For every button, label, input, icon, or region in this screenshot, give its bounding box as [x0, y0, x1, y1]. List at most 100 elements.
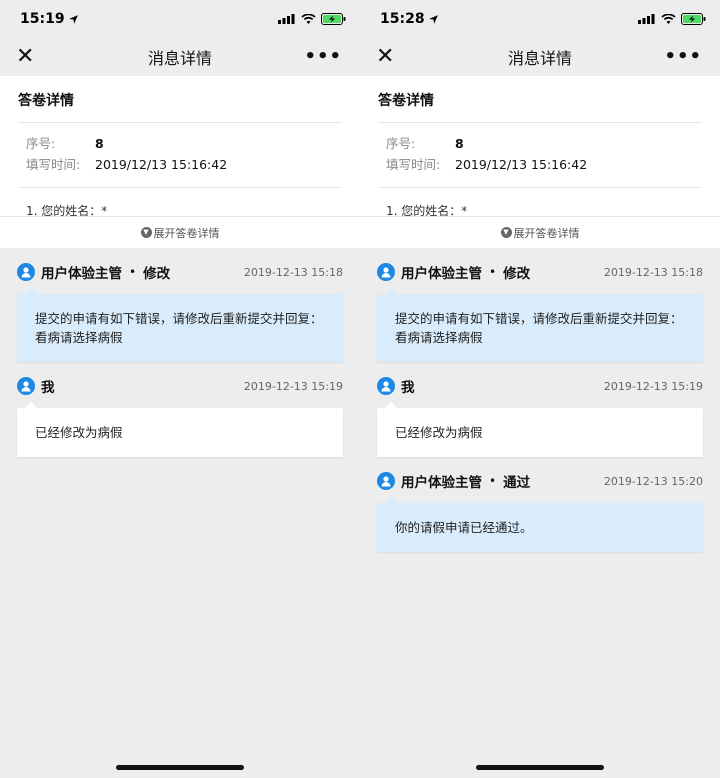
message-action: 修改	[143, 266, 171, 282]
cellular-signal-icon	[278, 14, 295, 24]
message-time: 2019-12-13 15:19	[603, 379, 703, 393]
sender: 用户体验主管 • 修改	[17, 262, 170, 282]
survey-title: 答卷详情	[378, 93, 434, 109]
location-arrow-icon	[428, 14, 438, 24]
message-bubble: 提交的申请有如下错误，请修改后重新提交并回复： 看病请选择病假	[377, 288, 703, 362]
fill-time-value: 2019/12/13 15:16:42	[95, 157, 228, 172]
message-header: 用户体验主管 • 修改 2019-12-13 15:18	[17, 248, 343, 294]
nav-bar: ✕ 消息详情 •••	[360, 38, 720, 76]
home-indicator[interactable]	[476, 765, 604, 770]
sender-name: 用户体验主管	[401, 475, 482, 491]
message-action: 通过	[503, 475, 531, 491]
status-icons	[278, 13, 346, 25]
message-action: 修改	[503, 266, 531, 282]
message-header: 我 2019-12-13 15:19	[377, 362, 703, 408]
close-icon[interactable]: ✕	[376, 46, 400, 68]
cellular-signal-icon	[638, 14, 655, 24]
status-time: 15:28	[380, 11, 439, 27]
message-text: 你的请假申请已经通过。	[395, 520, 533, 535]
screens-container: 15:19 ✕ 消息详情 ••• 答卷详情 序号: 8 填写时间: 2019/1…	[0, 0, 720, 778]
expand-label: 展开答卷详情	[153, 226, 220, 240]
sender: 我	[377, 376, 415, 396]
status-icons	[638, 13, 706, 25]
battery-charging-icon	[321, 13, 346, 25]
sender: 用户体验主管 • 通过	[377, 471, 530, 491]
message-item: 用户体验主管 • 修改 2019-12-13 15:18 提交的申请有如下错误，…	[0, 248, 360, 362]
fill-time-label: 填写时间:	[26, 157, 81, 172]
survey-title: 答卷详情	[18, 93, 74, 109]
message-item: 用户体验主管 • 修改 2019-12-13 15:18 提交的申请有如下错误，…	[360, 248, 720, 362]
question-preview: 1. 您的姓名：*	[386, 204, 468, 216]
message-time: 2019-12-13 15:18	[243, 265, 343, 279]
question-preview: 1. 您的姓名：*	[26, 204, 108, 216]
sender: 我	[17, 376, 55, 396]
phone-screen-right: 15:28 ✕ 消息详情 ••• 答卷详情 序号: 8 填写时间: 2019/1…	[360, 0, 720, 778]
sender: 用户体验主管 • 修改	[377, 262, 530, 282]
expand-survey-button[interactable]: ▼ 展开答卷详情	[360, 216, 720, 248]
message-bubble: 已经修改为病假	[377, 402, 703, 457]
fill-time-row: 填写时间: 2019/12/13 15:16:42	[26, 154, 334, 175]
status-time-text: 15:28	[380, 11, 425, 27]
message-time: 2019-12-13 15:18	[603, 265, 703, 279]
location-arrow-icon	[68, 14, 78, 24]
nav-bar: ✕ 消息详情 •••	[0, 38, 360, 76]
message-line: 提交的申请有如下错误，请修改后重新提交并回复：	[395, 311, 683, 326]
message-time: 2019-12-13 15:20	[603, 474, 703, 488]
survey-card: 答卷详情 序号: 8 填写时间: 2019/12/13 15:16:42 1. …	[360, 76, 720, 248]
sender-name: 我	[401, 380, 415, 396]
message-header: 用户体验主管 • 通过 2019-12-13 15:20	[377, 457, 703, 503]
message-header: 用户体验主管 • 修改 2019-12-13 15:18	[377, 248, 703, 294]
fill-time-value: 2019/12/13 15:16:42	[455, 157, 588, 172]
wifi-icon	[301, 13, 316, 24]
serial-row: 序号: 8	[386, 133, 694, 154]
phone-screen-left: 15:19 ✕ 消息详情 ••• 答卷详情 序号: 8 填写时间: 2019/1…	[0, 0, 360, 778]
serial-label: 序号:	[26, 136, 56, 151]
home-indicator[interactable]	[116, 765, 244, 770]
close-icon[interactable]: ✕	[16, 46, 40, 68]
expand-label: 展开答卷详情	[513, 226, 580, 240]
serial-label: 序号:	[386, 136, 416, 151]
message-text: 已经修改为病假	[395, 425, 483, 440]
status-bar: 15:19	[0, 0, 360, 38]
message-item: 我 2019-12-13 15:19 已经修改为病假	[0, 362, 360, 457]
message-time: 2019-12-13 15:19	[243, 379, 343, 393]
user-avatar-icon	[377, 263, 395, 281]
message-bubble: 已经修改为病假	[17, 402, 343, 457]
separator-dot: •	[489, 474, 497, 488]
message-header: 我 2019-12-13 15:19	[17, 362, 343, 408]
wifi-icon	[661, 13, 676, 24]
user-avatar-icon	[377, 472, 395, 490]
chevron-down-icon: ▼	[140, 227, 152, 238]
fill-time-row: 填写时间: 2019/12/13 15:16:42	[386, 154, 694, 175]
separator-dot: •	[129, 265, 137, 279]
status-time-text: 15:19	[20, 11, 65, 27]
survey-meta: 序号: 8 填写时间: 2019/12/13 15:16:42	[0, 123, 360, 187]
message-line: 提交的申请有如下错误，请修改后重新提交并回复：	[35, 311, 323, 326]
serial-value: 8	[455, 136, 464, 151]
message-bubble: 提交的申请有如下错误，请修改后重新提交并回复： 看病请选择病假	[17, 288, 343, 362]
serial-row: 序号: 8	[26, 133, 334, 154]
sender-name: 我	[41, 380, 55, 396]
sender-name: 用户体验主管	[41, 266, 122, 282]
sender-name: 用户体验主管	[401, 266, 482, 282]
message-line: 看病请选择病假	[395, 330, 483, 345]
user-avatar-icon	[17, 377, 35, 395]
status-bar: 15:28	[360, 0, 720, 38]
serial-value: 8	[95, 136, 104, 151]
message-item: 我 2019-12-13 15:19 已经修改为病假	[360, 362, 720, 457]
user-avatar-icon	[17, 263, 35, 281]
separator-dot: •	[489, 265, 497, 279]
battery-charging-icon	[681, 13, 706, 25]
expand-survey-button[interactable]: ▼ 展开答卷详情	[0, 216, 360, 248]
user-avatar-icon	[377, 377, 395, 395]
chevron-down-icon: ▼	[500, 227, 512, 238]
more-options-icon[interactable]: •••	[304, 48, 342, 66]
message-item: 用户体验主管 • 通过 2019-12-13 15:20 你的请假申请已经通过。	[360, 457, 720, 552]
survey-meta: 序号: 8 填写时间: 2019/12/13 15:16:42	[360, 123, 720, 187]
message-line: 看病请选择病假	[35, 330, 123, 345]
fill-time-label: 填写时间:	[386, 157, 441, 172]
message-bubble: 你的请假申请已经通过。	[377, 497, 703, 552]
survey-card: 答卷详情 序号: 8 填写时间: 2019/12/13 15:16:42 1. …	[0, 76, 360, 248]
message-text: 已经修改为病假	[35, 425, 123, 440]
more-options-icon[interactable]: •••	[664, 48, 702, 66]
